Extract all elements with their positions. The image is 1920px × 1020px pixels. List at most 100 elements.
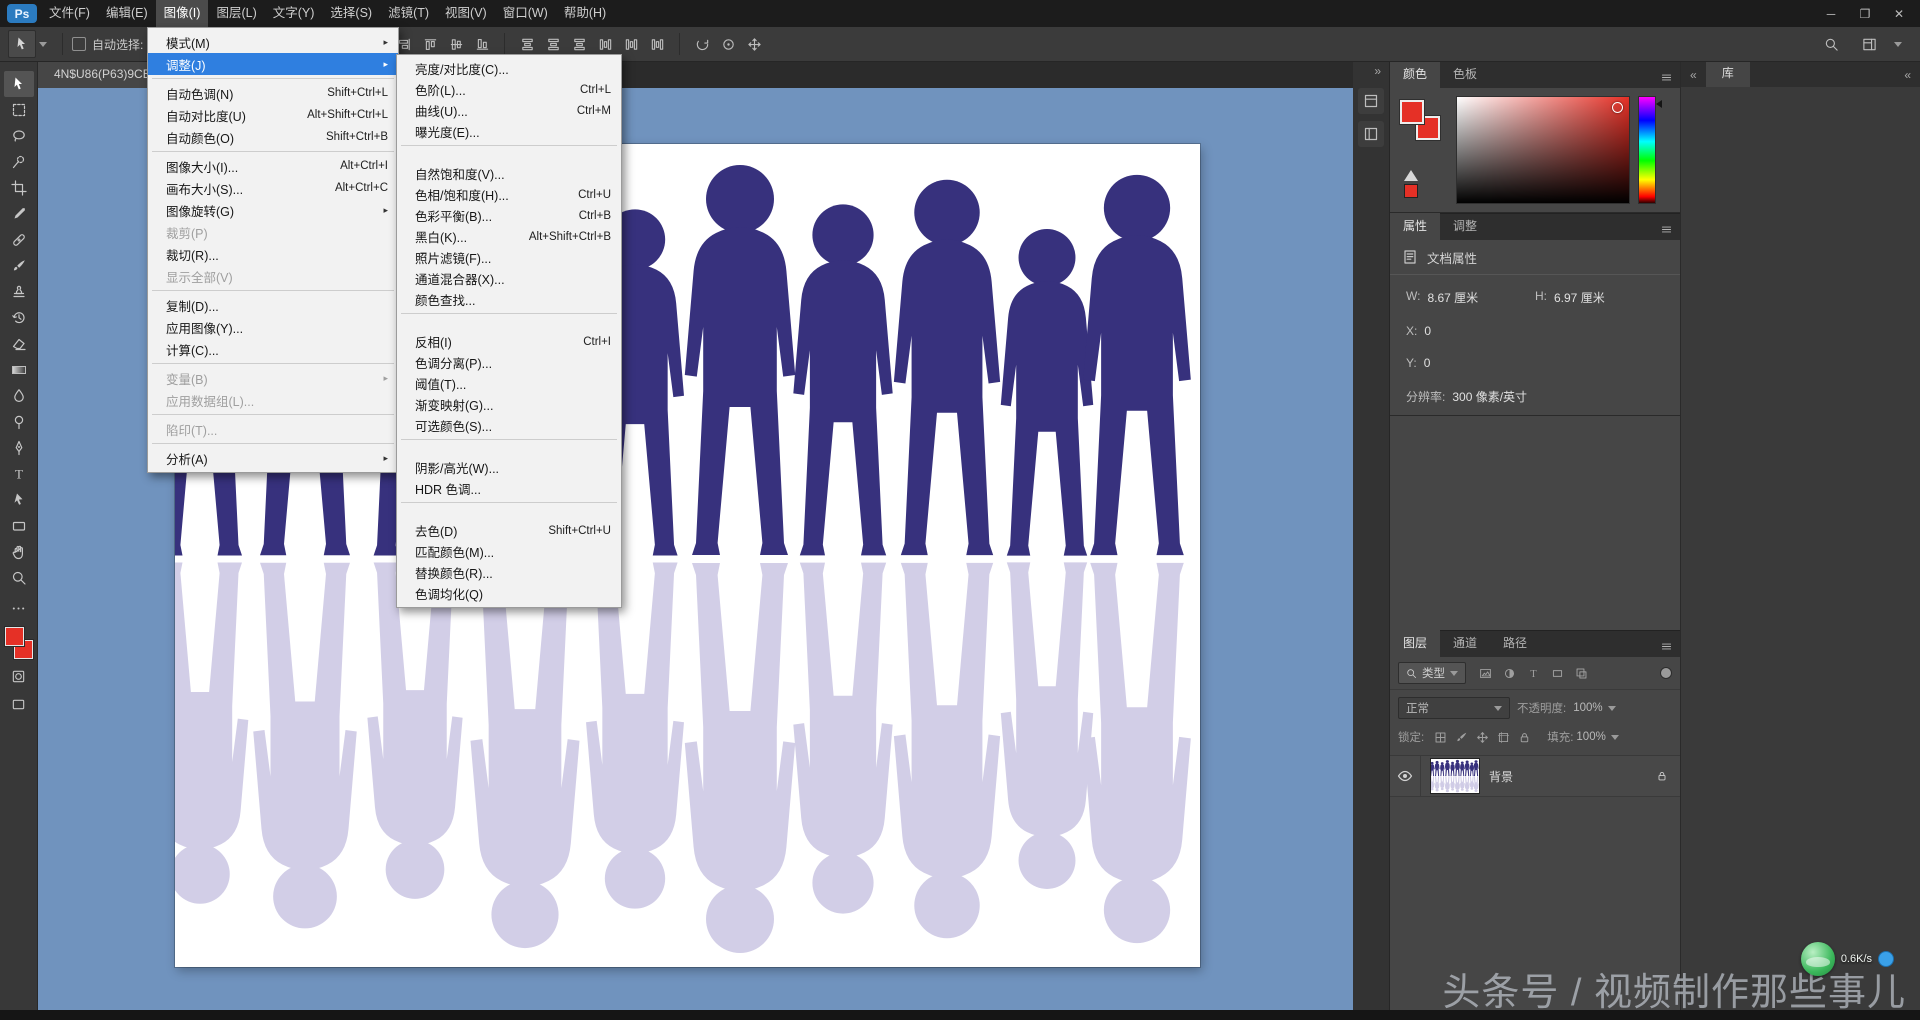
rotate-3d-icon[interactable]: [689, 32, 715, 56]
tab-library[interactable]: 库: [1706, 59, 1750, 87]
menu-item[interactable]: ▸: [397, 310, 621, 331]
panel-tab[interactable]: 颜色: [1390, 60, 1440, 88]
quick-mask-icon[interactable]: [4, 665, 34, 687]
menu-item[interactable]: ▸: [148, 440, 398, 447]
blend-mode-select[interactable]: 正常: [1398, 697, 1510, 719]
toolbar-tool[interactable]: [4, 383, 34, 409]
align-middle-icon[interactable]: [443, 32, 469, 56]
collapse-panels-icon[interactable]: «: [1681, 68, 1706, 87]
distribute-v-icon[interactable]: [566, 32, 592, 56]
menu-item[interactable]: 反相(I) Ctrl+I ▸: [397, 331, 621, 352]
distribute-v-icon[interactable]: [540, 32, 566, 56]
menu-item[interactable]: 分析(A) ▸: [148, 447, 398, 469]
pan-3d-icon[interactable]: [741, 32, 767, 56]
layer-filter-type-select[interactable]: 类型: [1398, 662, 1466, 684]
tool-preset-caret-icon[interactable]: [39, 42, 47, 47]
hue-slider[interactable]: [1638, 96, 1656, 204]
toolbar-tool[interactable]: [4, 409, 34, 435]
layer-visibility-toggle[interactable]: [1390, 756, 1421, 796]
panel-tab[interactable]: 通道: [1440, 629, 1490, 657]
menu-item[interactable]: 阈值(T)... ▸: [397, 373, 621, 394]
menu-item[interactable]: HDR 色调... ▸: [397, 478, 621, 499]
foreground-color-swatch[interactable]: [1400, 100, 1424, 124]
toolbar-tool[interactable]: [4, 435, 34, 461]
saturation-brightness-field[interactable]: [1456, 96, 1630, 204]
menu-item[interactable]: ▸: [148, 360, 398, 367]
menu-item[interactable]: 陷印(T)... ▸: [148, 418, 398, 440]
menu-item[interactable]: 变量(B) ▸: [148, 367, 398, 389]
align-bottom-icon[interactable]: [469, 32, 495, 56]
toolbar-tool[interactable]: [4, 279, 34, 305]
toolbar-tool[interactable]: [4, 175, 34, 201]
speed-ball-icon[interactable]: [1801, 942, 1835, 976]
menu-item[interactable]: 色调分离(P)... ▸: [397, 352, 621, 373]
panel-generic-icon-1[interactable]: [1358, 88, 1384, 114]
type-layer-icon[interactable]: T: [1522, 663, 1544, 683]
color-panel-swatches[interactable]: [1400, 100, 1440, 140]
color-marker-icon[interactable]: [1612, 102, 1623, 113]
toolbar-tool[interactable]: [4, 227, 34, 253]
menu-item[interactable]: 颜色查找... ▸: [397, 289, 621, 310]
fill-value[interactable]: 100%: [1576, 731, 1618, 743]
toolbar-tool[interactable]: [4, 305, 34, 331]
auto-select-checkbox[interactable]: [72, 37, 86, 51]
panel-tab[interactable]: 调整: [1440, 212, 1490, 240]
menu-bar-item[interactable]: 文字(Y): [265, 0, 323, 27]
menu-item[interactable]: 通道混合器(X)... ▸: [397, 268, 621, 289]
close-button[interactable]: ✕: [1882, 0, 1916, 27]
adjust-layer-icon[interactable]: [1498, 663, 1520, 683]
menu-item[interactable]: 显示全部(V) ▸: [148, 265, 398, 287]
menu-item[interactable]: 画布大小(S)... Alt+Ctrl+C ▸: [148, 177, 398, 199]
menu-item[interactable]: 自然饱和度(V)... ▸: [397, 163, 621, 184]
filter-toggle-icon[interactable]: [1660, 667, 1672, 679]
lock-move-icon[interactable]: [1473, 727, 1492, 747]
edit-toolbar-icon[interactable]: [4, 597, 34, 619]
menu-item[interactable]: 黑白(K)... Alt+Shift+Ctrl+B ▸: [397, 226, 621, 247]
minimize-button[interactable]: ─: [1814, 0, 1848, 27]
toolbar-tool[interactable]: [4, 149, 34, 175]
distribute-h-icon[interactable]: [592, 32, 618, 56]
toolbar-tool[interactable]: [4, 565, 34, 591]
lock-brush-icon[interactable]: [1452, 727, 1471, 747]
menu-bar-item[interactable]: 滤镜(T): [380, 0, 437, 27]
menu-item[interactable]: 匹配颜色(M)... ▸: [397, 541, 621, 562]
menu-item[interactable]: ▸: [148, 148, 398, 155]
assistant-dot-icon[interactable]: [1878, 951, 1894, 967]
toolbar-tool[interactable]: [4, 357, 34, 383]
align-top-icon[interactable]: [417, 32, 443, 56]
menu-item[interactable]: 图像大小(I)... Alt+Ctrl+I ▸: [148, 155, 398, 177]
toolbar-tool[interactable]: [4, 253, 34, 279]
pixel-layer-icon[interactable]: [1474, 663, 1496, 683]
lock-icon[interactable]: [1515, 727, 1534, 747]
roll-3d-icon[interactable]: [715, 32, 741, 56]
collapse-panels-icon[interactable]: «: [1895, 68, 1920, 87]
distribute-h-icon[interactable]: [618, 32, 644, 56]
menu-item[interactable]: 调整(J) ▸: [148, 53, 398, 75]
workspace-icon[interactable]: [1856, 32, 1882, 56]
menu-item[interactable]: 色彩平衡(B)... Ctrl+B ▸: [397, 205, 621, 226]
menu-item[interactable]: 替换颜色(R)... ▸: [397, 562, 621, 583]
menu-item[interactable]: 自动色调(N) Shift+Ctrl+L ▸: [148, 82, 398, 104]
toolbar-tool[interactable]: T: [4, 461, 34, 487]
lock-transparent-icon[interactable]: [1431, 727, 1450, 747]
panel-tab[interactable]: 属性: [1390, 212, 1440, 240]
menu-item[interactable]: 照片滤镜(F)... ▸: [397, 247, 621, 268]
menu-item[interactable]: 可选颜色(S)... ▸: [397, 415, 621, 436]
layer-row[interactable]: 背景: [1390, 756, 1680, 797]
foreground-color-swatch[interactable]: [5, 627, 24, 646]
workspace-caret-icon[interactable]: [1894, 42, 1902, 47]
panel-generic-icon-2[interactable]: [1358, 121, 1384, 147]
menu-item[interactable]: 复制(D)... ▸: [148, 294, 398, 316]
panel-tab[interactable]: 图层: [1390, 629, 1440, 657]
panel-menu-icon[interactable]: [1652, 218, 1680, 240]
menu-item[interactable]: 亮度/对比度(C)... ▸: [397, 58, 621, 79]
menu-bar-item[interactable]: 文件(F): [41, 0, 98, 27]
menu-item[interactable]: 阴影/高光(W)... ▸: [397, 457, 621, 478]
menu-bar-item[interactable]: 编辑(E): [98, 0, 156, 27]
menu-item[interactable]: 色调均化(Q) ▸: [397, 583, 621, 604]
shape-layer-icon[interactable]: [1546, 663, 1568, 683]
toolbar-tool[interactable]: [4, 97, 34, 123]
foreground-background-swatches[interactable]: [4, 627, 34, 659]
menu-item[interactable]: 曝光度(E)... ▸: [397, 121, 621, 142]
menu-item[interactable]: 曲线(U)... Ctrl+M ▸: [397, 100, 621, 121]
